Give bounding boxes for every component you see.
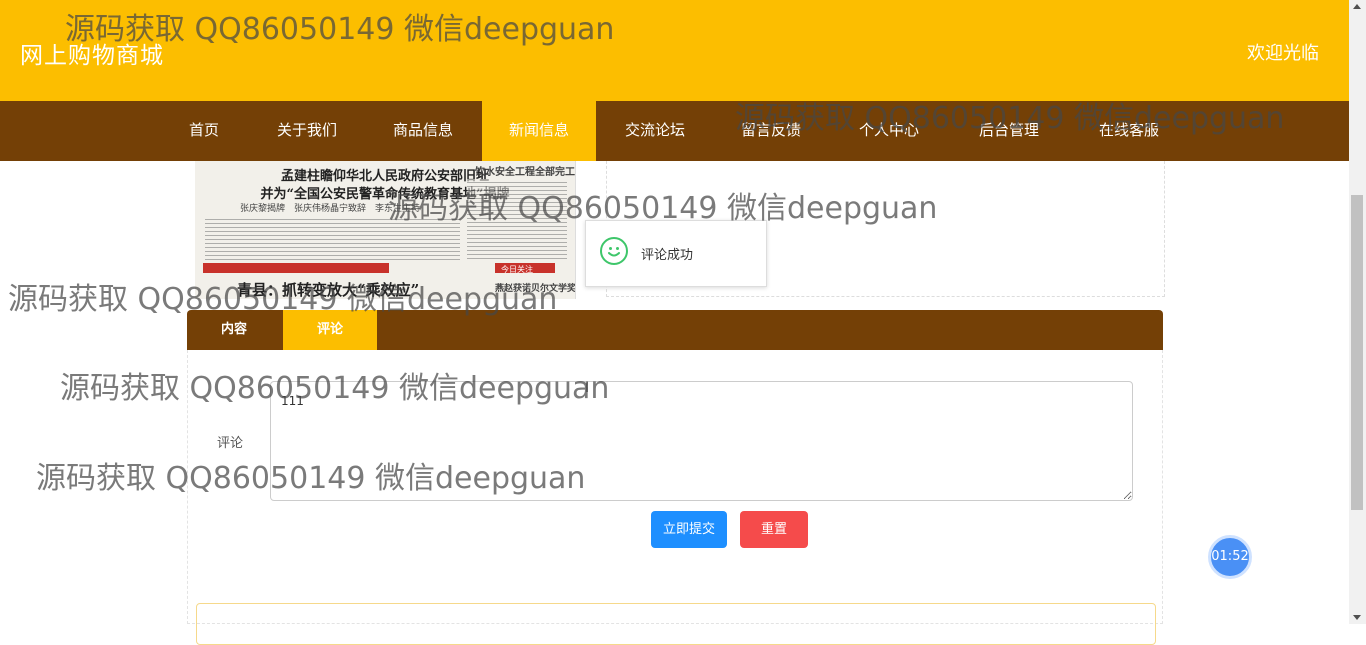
watermark-text: 源码获取 QQ86050149 微信deepguan bbox=[8, 282, 558, 317]
nav-item-news[interactable]: 新闻信息 bbox=[482, 101, 596, 161]
watermark-text: 源码获取 QQ86050149 微信deepguan bbox=[65, 12, 615, 47]
toast-message: 评论成功 bbox=[641, 248, 694, 263]
news-image-red-bar bbox=[203, 263, 389, 273]
submit-button[interactable]: 立即提交 bbox=[651, 511, 727, 548]
nav-item-products[interactable]: 商品信息 bbox=[376, 101, 470, 161]
reset-button[interactable]: 重置 bbox=[740, 511, 808, 548]
nav-item-home[interactable]: 首页 bbox=[172, 101, 236, 161]
watermark-text: 源码获取 QQ86050149 微信deepguan bbox=[60, 371, 610, 406]
scroll-thumb[interactable] bbox=[1351, 195, 1363, 510]
timer-badge[interactable]: 01:52 bbox=[1208, 535, 1252, 579]
watermark-text: 源码获取 QQ86050149 微信deepguan bbox=[388, 191, 938, 226]
watermark-text: 源码获取 QQ86050149 微信deepguan bbox=[36, 461, 586, 496]
vertical-scrollbar[interactable] bbox=[1349, 0, 1366, 624]
welcome-text: 欢迎光临 bbox=[1247, 43, 1319, 64]
watermark-text: 源码获取 QQ86050149 微信deepguan bbox=[735, 101, 1285, 136]
smile-icon bbox=[600, 237, 628, 265]
scroll-up-arrow-icon[interactable] bbox=[1353, 4, 1361, 9]
success-toast: 评论成功 bbox=[585, 220, 767, 287]
nav-item-forum[interactable]: 交流论坛 bbox=[608, 101, 702, 161]
comment-label: 评论 bbox=[217, 436, 244, 451]
scroll-down-arrow-icon[interactable] bbox=[1353, 615, 1361, 620]
nav-item-about[interactable]: 关于我们 bbox=[260, 101, 354, 161]
comment-list-box bbox=[196, 603, 1156, 645]
news-image-side-title: 饮水安全工程全部完工 bbox=[475, 167, 575, 178]
